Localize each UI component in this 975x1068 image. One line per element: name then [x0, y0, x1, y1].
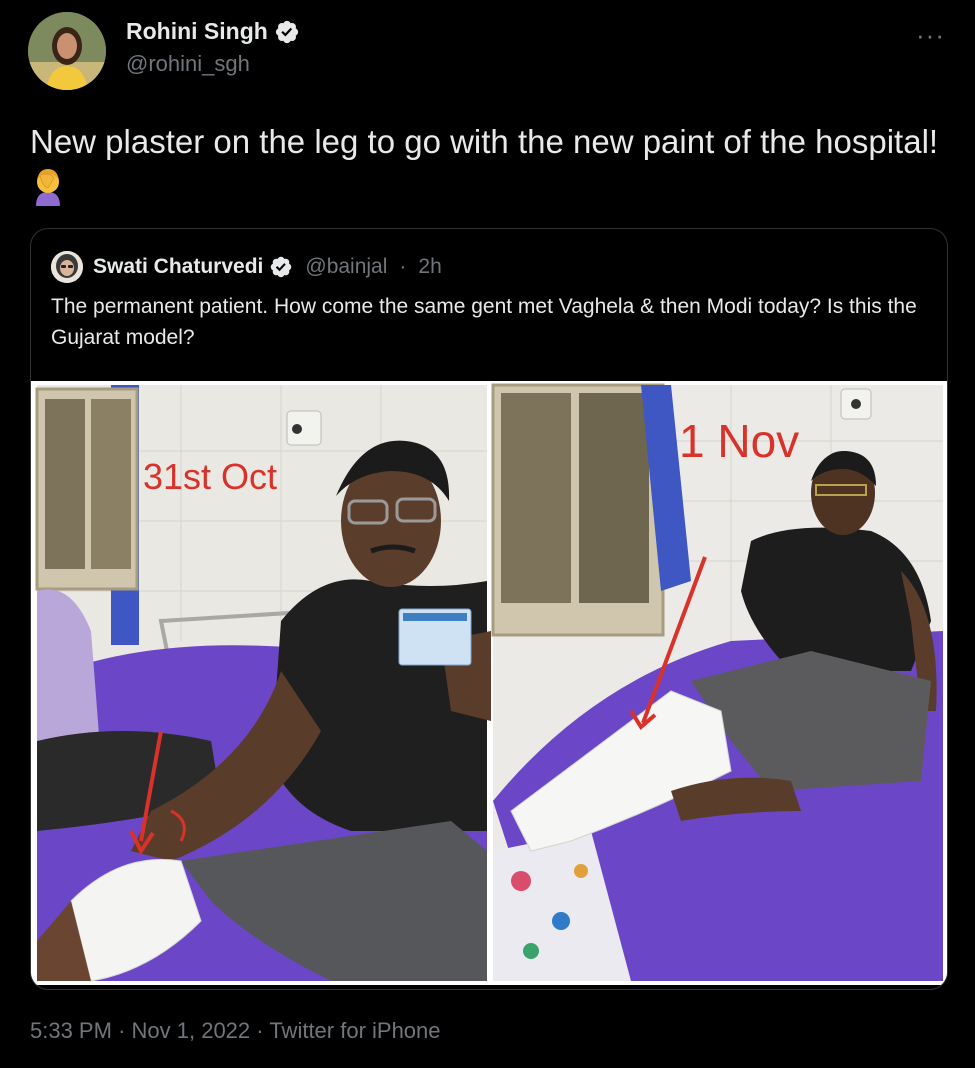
separator-dot: · — [399, 255, 407, 278]
verified-badge-icon — [275, 20, 298, 43]
tweet: Rohini Singh @rohini_sgh ··· New plaster… — [0, 0, 975, 1068]
verified-badge-icon — [271, 256, 292, 278]
quoted-author-avatar[interactable] — [51, 251, 83, 283]
tweet-date[interactable]: Nov 1, 2022 — [132, 1018, 251, 1043]
tweet-timestamp[interactable]: 5:33 PM — [30, 1018, 112, 1043]
quoted-tweet[interactable]: Swati Chaturvedi @bainjal · 2h The perma… — [30, 228, 948, 990]
photo-panel-1-nov: 1 Nov — [491, 383, 943, 981]
author-handle[interactable]: @rohini_sgh — [126, 51, 300, 77]
separator-dot: · — [118, 1018, 126, 1043]
separator-dot: · — [256, 1018, 264, 1043]
quoted-tweet-header: Swati Chaturvedi @bainjal · 2h — [51, 251, 442, 283]
author-name[interactable]: Rohini Singh — [126, 18, 268, 45]
photo-label-1-nov: 1 Nov — [679, 415, 799, 467]
photo-panel-31st-oct: 31st Oct — [35, 385, 491, 982]
quoted-tweet-photo[interactable]: 31st Oct 1 Nov — [31, 381, 947, 985]
quoted-author-name[interactable]: Swati Chaturvedi — [93, 255, 263, 279]
quoted-tweet-text: The permanent patient. How come the same… — [51, 295, 917, 349]
more-horizontal-icon[interactable]: ··· — [916, 20, 945, 51]
woman-facepalming-icon — [30, 166, 66, 218]
tweet-metadata: 5:33 PM · Nov 1, 2022 · Twitter for iPho… — [30, 1018, 441, 1044]
photo-label-31st-oct: 31st Oct — [143, 456, 277, 497]
tweet-source[interactable]: Twitter for iPhone — [269, 1018, 440, 1043]
author-avatar[interactable] — [28, 12, 106, 90]
author-block: Rohini Singh @rohini_sgh — [126, 18, 300, 77]
tweet-text-body: New plaster on the leg to go with the ne… — [30, 123, 939, 160]
tweet-text: New plaster on the leg to go with the ne… — [30, 118, 950, 218]
quoted-tweet-age[interactable]: 2h — [418, 255, 441, 279]
quoted-author-handle[interactable]: @bainjal — [305, 255, 387, 279]
